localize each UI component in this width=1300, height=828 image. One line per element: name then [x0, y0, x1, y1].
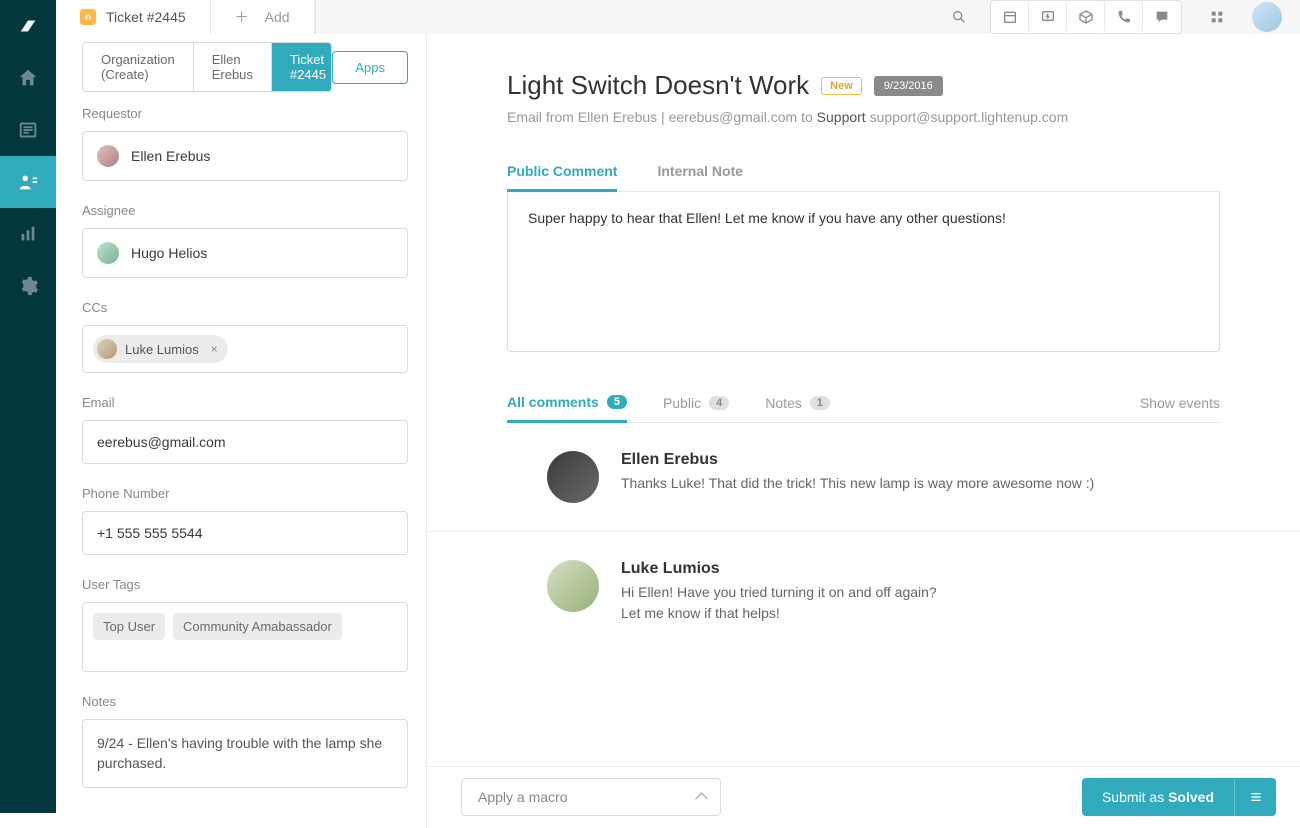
user-avatar[interactable] — [1252, 2, 1282, 32]
bolt-chat-icon[interactable] — [1029, 1, 1067, 33]
plus-icon: ＋ — [235, 7, 249, 27]
nav-settings[interactable] — [0, 260, 56, 312]
phone-icon[interactable] — [1105, 1, 1143, 33]
email-value: eerebus@gmail.com — [97, 434, 226, 450]
notes-label: Notes — [82, 694, 408, 709]
topbar: n Ticket #2445 ＋ Add — [56, 0, 1300, 34]
nav-views[interactable] — [0, 104, 56, 156]
assignee-value: Hugo Helios — [131, 245, 207, 261]
avatar-icon — [97, 339, 117, 359]
ccs-field[interactable]: Luke Lumios × — [82, 325, 408, 373]
package-icon[interactable] — [1067, 1, 1105, 33]
cc-chip[interactable]: Luke Lumios × — [93, 335, 228, 363]
tags-label: User Tags — [82, 577, 408, 592]
compose-tab-internal[interactable]: Internal Note — [657, 153, 743, 191]
compose-tabs: Public Comment Internal Note — [507, 153, 1220, 192]
requestor-label: Requestor — [82, 106, 408, 121]
comment-avatar — [547, 451, 599, 503]
comment-text: Thanks Luke! That did the trick! This ne… — [621, 473, 1094, 494]
phone-label: Phone Number — [82, 486, 408, 501]
user-tag[interactable]: Community Amabassador — [173, 613, 342, 640]
status-badge-new: New — [821, 77, 862, 95]
email-label: Email — [82, 395, 408, 410]
chip-remove-icon[interactable]: × — [211, 342, 218, 356]
macro-dropdown[interactable]: Apply a macro — [461, 778, 721, 816]
cc-chip-label: Luke Lumios — [125, 342, 199, 357]
search-icon[interactable] — [940, 1, 978, 33]
reply-textarea[interactable]: Super happy to hear that Ellen! Let me k… — [507, 192, 1220, 352]
comment-text: Hi Ellen! Have you tried turning it on a… — [621, 582, 937, 624]
chat-icon[interactable] — [1143, 1, 1181, 33]
comment-item: Luke Lumios Hi Ellen! Have you tried tur… — [427, 532, 1300, 652]
tags-field[interactable]: Top User Community Amabassador — [82, 602, 408, 672]
avatar-icon — [97, 145, 119, 167]
submit-bar: Apply a macro Submit as Solved — [427, 766, 1300, 828]
ticket-sidebar: Organization (Create) Ellen Erebus Ticke… — [56, 34, 426, 828]
comment-item: Ellen Erebus Thanks Luke! That did the t… — [427, 423, 1300, 532]
submit-button[interactable]: Submit as Solved — [1082, 778, 1234, 816]
ticket-subheader: Email from Ellen Erebus | eerebus@gmail.… — [507, 109, 1220, 125]
subtab-requester[interactable]: Ellen Erebus — [194, 43, 272, 91]
comments-filter-tabs: All comments 5 Public 4 Notes 1 Show eve… — [507, 384, 1220, 423]
count-badge: 1 — [810, 396, 830, 410]
tab-priority-badge: n — [80, 9, 96, 25]
assignee-label: Assignee — [82, 203, 408, 218]
subtab-organization[interactable]: Organization (Create) — [83, 43, 194, 91]
requestor-field[interactable]: Ellen Erebus — [82, 131, 408, 181]
workspace-tab-active[interactable]: n Ticket #2445 — [56, 0, 211, 34]
nav-reports[interactable] — [0, 208, 56, 260]
phone-field[interactable]: +1 555 555 5544 — [82, 511, 408, 555]
comment-avatar — [547, 560, 599, 612]
comments-tab-notes[interactable]: Notes 1 — [765, 385, 830, 421]
comment-author: Luke Lumios — [621, 560, 937, 578]
calendar-icon[interactable] — [991, 1, 1029, 33]
phone-value: +1 555 555 5544 — [97, 525, 203, 541]
conversation-panel: Light Switch Doesn't Work New 9/23/2016 … — [426, 34, 1300, 828]
nav-home[interactable] — [0, 52, 56, 104]
nav-customers[interactable] — [0, 156, 56, 208]
assignee-field[interactable]: Hugo Helios — [82, 228, 408, 278]
requestor-value: Ellen Erebus — [131, 148, 210, 164]
submit-menu-button[interactable] — [1234, 778, 1276, 816]
avatar-icon — [97, 242, 119, 264]
ticket-title: Light Switch Doesn't Work — [507, 70, 809, 101]
notes-field[interactable]: 9/24 - Ellen's having trouble with the l… — [82, 719, 408, 788]
comment-author: Ellen Erebus — [621, 451, 1094, 469]
user-tag[interactable]: Top User — [93, 613, 165, 640]
context-tabs: Organization (Create) Ellen Erebus Ticke… — [82, 42, 332, 92]
add-tab-button[interactable]: ＋ Add — [211, 0, 315, 34]
ccs-label: CCs — [82, 300, 408, 315]
comments-tab-all[interactable]: All comments 5 — [507, 384, 627, 423]
tab-title: Ticket #2445 — [106, 9, 186, 25]
apps-grid-icon[interactable] — [1198, 1, 1236, 33]
show-events-link[interactable]: Show events — [1140, 385, 1220, 421]
count-badge: 4 — [709, 396, 729, 410]
channel-icon-group — [990, 0, 1182, 34]
count-badge: 5 — [607, 395, 627, 409]
date-badge: 9/23/2016 — [874, 76, 943, 96]
compose-tab-public[interactable]: Public Comment — [507, 153, 617, 192]
apps-panel-button[interactable]: Apps — [332, 51, 408, 84]
subtab-ticket[interactable]: Ticket #2445 — [272, 43, 332, 91]
add-tab-label: Add — [265, 9, 290, 25]
email-field[interactable]: eerebus@gmail.com — [82, 420, 408, 464]
nav-rail — [0, 0, 56, 813]
brand-logo — [0, 0, 56, 52]
comments-tab-public[interactable]: Public 4 — [663, 385, 729, 421]
